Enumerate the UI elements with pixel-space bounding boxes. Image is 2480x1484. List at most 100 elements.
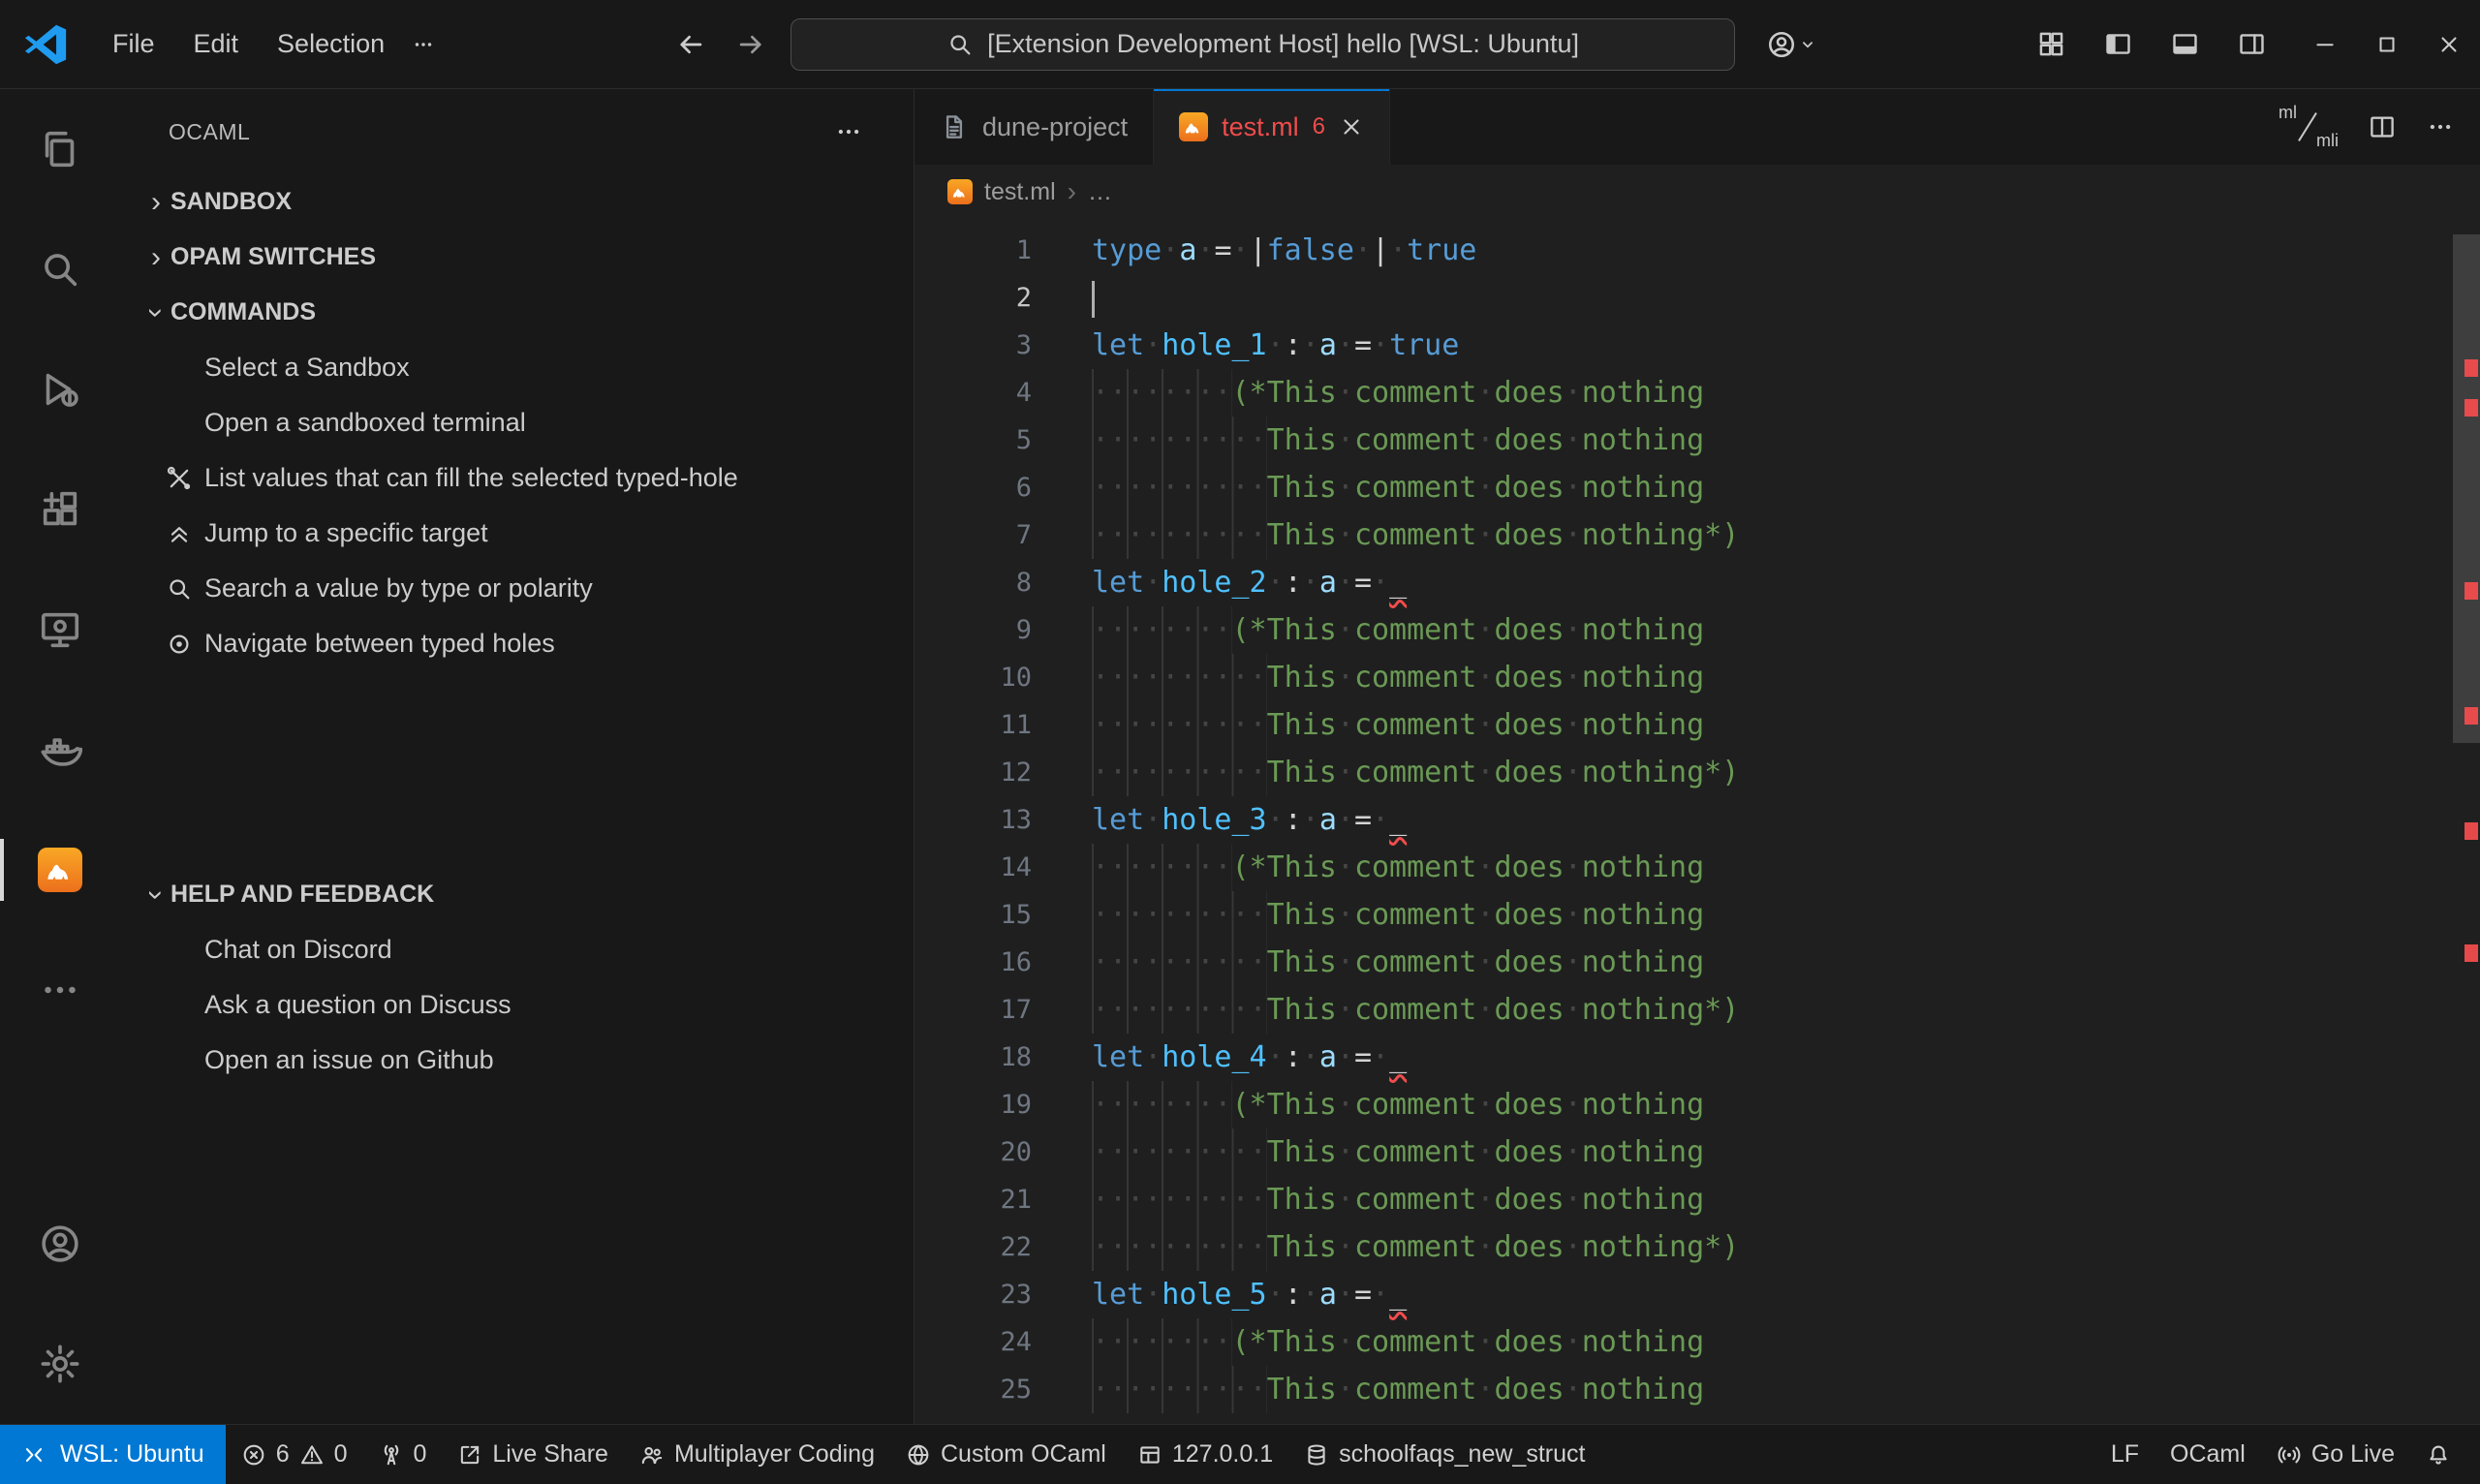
status-workspace-db[interactable]: schoolfaqs_new_struct xyxy=(1288,1425,1600,1484)
section-opam-switches[interactable]: ›OPAM SWITCHES xyxy=(120,230,914,285)
sidebar-item-ask-a-question-on-discuss[interactable]: Ask a question on Discuss xyxy=(120,977,914,1033)
activity-item-settings[interactable] xyxy=(0,1304,120,1424)
status-live-share[interactable]: Live Share xyxy=(442,1425,624,1484)
activity-item-docker[interactable] xyxy=(0,690,120,810)
code-line[interactable]: 25··········This·comment·does·nothing xyxy=(914,1366,2480,1413)
status-eol[interactable]: LF xyxy=(2095,1425,2154,1484)
tab-close-button[interactable] xyxy=(1339,114,1364,139)
code-line[interactable]: 16··········This·comment·does·nothing xyxy=(914,939,2480,986)
code-line[interactable]: 11··········This·comment·does·nothing xyxy=(914,701,2480,749)
whitespace-dots: · xyxy=(1337,803,1354,837)
sidebar-item-list-values-that-can-fill-the-selected-typed-hole[interactable]: List values that can fill the selected t… xyxy=(120,450,914,506)
activity-item-remote-explorer[interactable] xyxy=(0,570,120,690)
profiles-button[interactable] xyxy=(1766,29,1818,60)
code-line[interactable]: 22··········This·comment·does·nothing*) xyxy=(914,1223,2480,1271)
code-line[interactable]: 21··········This·comment·does·nothing xyxy=(914,1176,2480,1223)
section-help-and-feedback[interactable]: ›HELP AND FEEDBACK xyxy=(120,867,914,922)
code-line[interactable]: 18let·hole_4·:·a·=·_ xyxy=(914,1034,2480,1081)
status-notifications[interactable] xyxy=(2410,1425,2466,1484)
maximize-button[interactable] xyxy=(2356,0,2418,89)
sidebar-item-open-a-sandboxed-terminal[interactable]: Open a sandboxed terminal xyxy=(120,395,914,450)
warning-icon xyxy=(299,1442,325,1468)
breadcrumb-file[interactable]: test.ml xyxy=(984,178,1056,206)
code-line[interactable]: 15··········This·comment·does·nothing xyxy=(914,891,2480,939)
activity-item-run-and-debug[interactable] xyxy=(0,329,120,449)
menu-overflow-button[interactable] xyxy=(404,25,443,64)
status-multiplayer-coding[interactable]: Multiplayer Coding xyxy=(624,1425,890,1484)
sidebar-item-search-a-value-by-type-or-polarity[interactable]: Search a value by type or polarity xyxy=(120,561,914,616)
sidebar-item-navigate-between-typed-holes[interactable]: Navigate between typed holes xyxy=(120,616,914,671)
menu-file[interactable]: File xyxy=(93,19,174,69)
code-line[interactable]: 4········(*This·comment·does·nothing xyxy=(914,369,2480,417)
code-token: This xyxy=(1267,661,1337,695)
status-server-address[interactable]: 127.0.0.1 xyxy=(1122,1425,1288,1484)
switch-ml-mli-button[interactable]: ml mli xyxy=(2278,105,2339,149)
whitespace-dots: · xyxy=(1372,803,1389,837)
activity-item-accounts[interactable] xyxy=(0,1184,120,1304)
window-controls xyxy=(2294,0,2480,89)
scrollbar-thumb[interactable] xyxy=(2453,234,2480,743)
code-line[interactable]: 1type·a·=·|false·|·true xyxy=(914,227,2480,274)
command-center[interactable]: [Extension Development Host] hello [WSL:… xyxy=(790,18,1735,71)
activity-item-ocaml-view[interactable] xyxy=(0,810,120,930)
whitespace-dots: · xyxy=(1337,328,1354,362)
code-line[interactable]: 2 xyxy=(914,274,2480,322)
activity-item-extensions[interactable] xyxy=(0,449,120,570)
status-label: Multiplayer Coding xyxy=(674,1440,875,1469)
code-line[interactable]: 17··········This·comment·does·nothing*) xyxy=(914,986,2480,1034)
toggle-secondary-sidebar-button[interactable] xyxy=(2237,29,2267,59)
code-line[interactable]: 3let·hole_1·:·a·=·true xyxy=(914,322,2480,369)
menu-selection[interactable]: Selection xyxy=(258,19,404,69)
sidebar-item-select-a-sandbox[interactable]: Select a Sandbox xyxy=(120,340,914,395)
sidebar-item-chat-on-discord[interactable]: Chat on Discord xyxy=(120,922,914,977)
go-forward-button[interactable] xyxy=(734,28,767,61)
code-line[interactable]: 10··········This·comment·does·nothing xyxy=(914,654,2480,701)
code-line[interactable]: 24········(*This·comment·does·nothing xyxy=(914,1318,2480,1366)
code-token: comment xyxy=(1354,518,1476,552)
status-go-live[interactable]: Go Live xyxy=(2261,1425,2410,1484)
code-line[interactable]: 8let·hole_2·:·a·=·_ xyxy=(914,559,2480,606)
status-custom-ocaml[interactable]: Custom OCaml xyxy=(890,1425,1122,1484)
split-editor-button[interactable] xyxy=(2368,112,2397,141)
go-back-button[interactable] xyxy=(674,28,707,61)
toggle-primary-sidebar-button[interactable] xyxy=(2103,29,2133,59)
sidebar-item-open-an-issue-on-github[interactable]: Open an issue on Github xyxy=(120,1033,914,1088)
editor-code[interactable]: 1type·a·=·|false·|·true23let·hole_1·:·a·… xyxy=(914,219,2480,1424)
menu-edit[interactable]: Edit xyxy=(174,19,259,69)
code-line[interactable]: 19········(*This·comment·does·nothing xyxy=(914,1081,2480,1128)
activity-item-additional-views[interactable] xyxy=(0,930,120,1050)
tab-test-ml[interactable]: test.ml6 xyxy=(1154,89,1390,165)
whitespace-dots: · xyxy=(1565,1088,1582,1122)
code-token: nothing xyxy=(1582,1088,1704,1122)
activity-item-search[interactable] xyxy=(0,209,120,329)
customize-layout-button[interactable] xyxy=(2036,29,2066,59)
tab-dune-project[interactable]: dune-project xyxy=(914,89,1154,165)
line-number: 17 xyxy=(914,986,1092,1034)
line-number: 5 xyxy=(914,417,1092,464)
code-line[interactable]: 5··········This·comment·does·nothing xyxy=(914,417,2480,464)
whitespace-dots: · xyxy=(1389,233,1407,267)
code-line[interactable]: 20··········This·comment·does·nothing xyxy=(914,1128,2480,1176)
activity-item-explorer[interactable] xyxy=(0,89,120,209)
breadcrumb-more[interactable]: … xyxy=(1088,178,1112,206)
code-line[interactable]: 14········(*This·comment·does·nothing xyxy=(914,844,2480,891)
status-problems[interactable]: 60 xyxy=(226,1425,363,1484)
sidebar-item-jump-to-a-specific-target[interactable]: Jump to a specific target xyxy=(120,506,914,561)
section-commands[interactable]: ›COMMANDS xyxy=(120,285,914,340)
toggle-panel-button[interactable] xyxy=(2170,29,2200,59)
code-line[interactable]: 23let·hole_5·:·a·=·_ xyxy=(914,1271,2480,1318)
code-line[interactable]: 9········(*This·comment·does·nothing xyxy=(914,606,2480,654)
status-remote-indicator[interactable]: WSL: Ubuntu xyxy=(0,1425,226,1484)
sidebar-more-actions-button[interactable] xyxy=(834,117,863,146)
minimize-button[interactable] xyxy=(2294,0,2356,89)
line-content: ··········This·comment·does·nothing xyxy=(1092,939,2480,986)
section-sandbox[interactable]: ›SANDBOX xyxy=(120,174,914,230)
code-line[interactable]: 7··········This·comment·does·nothing*) xyxy=(914,511,2480,559)
editor-more-actions-button[interactable] xyxy=(2426,112,2455,141)
code-line[interactable]: 13let·hole_3·:·a·=·_ xyxy=(914,796,2480,844)
status-ports[interactable]: 0 xyxy=(363,1425,443,1484)
code-line[interactable]: 12··········This·comment·does·nothing*) xyxy=(914,749,2480,796)
close-window-button[interactable] xyxy=(2418,0,2480,89)
status-language-mode[interactable]: OCaml xyxy=(2154,1425,2261,1484)
code-line[interactable]: 6··········This·comment·does·nothing xyxy=(914,464,2480,511)
